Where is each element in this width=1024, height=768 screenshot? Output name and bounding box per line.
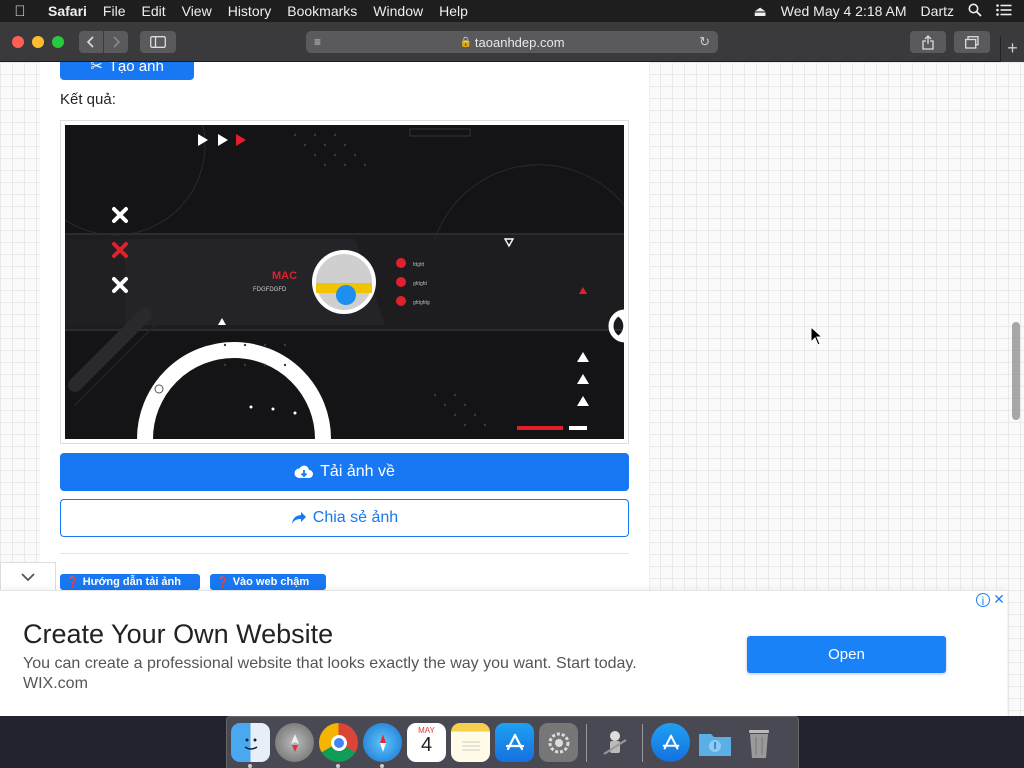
download-image-label: Tải ảnh về — [320, 463, 395, 480]
user-name[interactable]: Dartz — [921, 3, 954, 19]
notification-center-icon[interactable] — [996, 3, 1012, 19]
ad-open-button[interactable]: Open — [747, 636, 946, 673]
url-text: taoanhdep.com — [474, 34, 565, 50]
result-label: Kết quả: — [60, 91, 116, 108]
dock: MAY 4 — [226, 716, 799, 768]
menu-edit[interactable]: Edit — [133, 3, 173, 19]
reload-icon[interactable]: ↻ — [699, 34, 710, 50]
slow-website-label: Vào web chậm — [232, 576, 310, 588]
running-indicator — [380, 764, 384, 768]
share-image-button[interactable]: Chia sẻ ảnh — [60, 499, 629, 537]
ad-title[interactable]: Create Your Own Website — [23, 619, 333, 650]
launchpad-icon[interactable] — [275, 723, 314, 762]
spotlight-search-icon[interactable] — [968, 3, 982, 20]
dock-separator — [642, 723, 643, 762]
chevron-down-icon — [21, 573, 35, 582]
ad-info-icon[interactable]: i — [976, 593, 990, 608]
download-image-button[interactable]: Tải ảnh về — [60, 453, 629, 491]
minimize-window-button[interactable] — [32, 36, 44, 48]
question-icon: ❓ — [66, 576, 80, 589]
scissors-icon: ✂ — [90, 62, 103, 75]
reader-view-icon[interactable]: ≡ — [314, 35, 321, 49]
cover-preview-graphic: MAC FDGFDGFD fdgfd gfdgfd gfdgfdg — [65, 125, 624, 439]
section-divider — [60, 553, 629, 554]
back-button[interactable] — [79, 31, 103, 53]
download-guide-link[interactable]: ❓ Hướng dẫn tải ảnh — [60, 574, 200, 590]
address-bar[interactable]: ≡ 🔒 taoanhdep.com ↻ — [306, 31, 718, 53]
finder-icon[interactable] — [231, 723, 270, 768]
ad-banner[interactable]: Create Your Own Website You can create a… — [0, 590, 1007, 716]
page-scrollbar[interactable] — [1012, 322, 1020, 420]
mouse-cursor-icon — [810, 326, 824, 346]
preview-contact-2: gfdgfd — [413, 281, 427, 287]
automator-icon[interactable] — [595, 723, 634, 762]
running-indicator — [248, 764, 252, 768]
browser-toolbar: ≡ 🔒 taoanhdep.com ↻ — [0, 22, 1024, 62]
preview-name: MAC — [272, 270, 297, 282]
create-image-label: Tạo ảnh — [108, 62, 164, 75]
menu-app-name[interactable]: Safari — [40, 3, 95, 19]
apple-menu-icon[interactable]:  — [0, 3, 40, 20]
preview-contact-1: fdgfd — [413, 262, 424, 268]
chrome-icon[interactable] — [319, 723, 358, 768]
sidebar-icon — [150, 36, 166, 48]
new-tab-button[interactable]: + — [1000, 36, 1024, 62]
share-image-label: Chia sẻ ảnh — [312, 509, 399, 526]
menu-bookmarks[interactable]: Bookmarks — [279, 3, 365, 19]
menu-bar:  Safari File Edit View History Bookmark… — [0, 0, 1024, 22]
menu-view[interactable]: View — [174, 3, 220, 19]
trash-icon[interactable] — [739, 723, 778, 762]
clock[interactable]: Wed May 4 2:18 AM — [781, 3, 907, 19]
ad-source: WIX.com — [23, 675, 88, 692]
chevron-left-icon — [86, 36, 94, 48]
tab-overview-button[interactable] — [954, 31, 990, 53]
preview-subtitle: FDGFDGFD — [253, 287, 287, 293]
question-icon: ❓ — [216, 576, 230, 589]
safari-icon[interactable] — [363, 723, 402, 768]
calendar-day: 4 — [420, 734, 433, 756]
share-arrow-icon — [291, 512, 306, 524]
zoom-window-button[interactable] — [52, 36, 64, 48]
app-store-folder-icon[interactable] — [651, 723, 690, 762]
menu-bar-status: ⏏ Wed May 4 2:18 AM Dartz — [754, 3, 1024, 20]
share-button[interactable] — [910, 31, 946, 53]
dock-separator — [586, 723, 587, 762]
chevron-right-icon — [113, 36, 121, 48]
menu-help[interactable]: Help — [431, 3, 476, 19]
app-store-icon[interactable] — [495, 723, 534, 762]
cloud-download-icon — [294, 465, 314, 478]
ad-close-icon[interactable]: ✕ — [992, 591, 1006, 607]
system-preferences-icon[interactable] — [539, 723, 578, 762]
running-indicator — [336, 764, 340, 768]
notes-icon[interactable] — [451, 723, 490, 762]
ad-description: You can create a professional website th… — [23, 655, 637, 672]
preview-contact-3: gfdgfdg — [413, 300, 430, 306]
menu-history[interactable]: History — [220, 3, 280, 19]
downloads-folder-icon[interactable] — [695, 723, 734, 762]
forward-button[interactable] — [104, 31, 128, 53]
eject-icon[interactable]: ⏏ — [754, 3, 767, 20]
menu-file[interactable]: File — [95, 3, 134, 19]
slow-website-link[interactable]: ❓ Vào web chậm — [210, 574, 326, 590]
menu-window[interactable]: Window — [365, 3, 431, 19]
close-window-button[interactable] — [12, 36, 24, 48]
sidebar-toggle-button[interactable] — [140, 31, 176, 53]
calendar-icon[interactable]: MAY 4 — [407, 723, 446, 762]
result-image[interactable]: MAC FDGFDGFD fdgfd gfdgfd gfdgfdg — [60, 120, 629, 444]
download-guide-label: Hướng dẫn tải ảnh — [82, 576, 181, 588]
collapse-ad-button[interactable] — [0, 562, 56, 590]
share-icon — [922, 34, 934, 50]
tabs-icon — [965, 35, 979, 49]
lock-icon: 🔒 — [459, 36, 472, 48]
create-image-button[interactable]: ✂ Tạo ảnh — [60, 62, 194, 80]
